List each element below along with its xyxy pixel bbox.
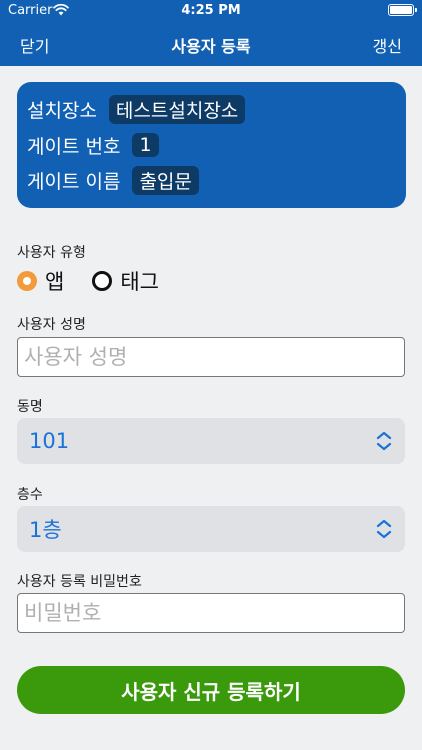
radio-app-label: 앱	[45, 270, 65, 294]
gate-number-value: 1	[132, 133, 159, 157]
password-label: 사용자 등록 비밀번호	[17, 574, 142, 590]
building-select[interactable]: 101	[17, 418, 405, 464]
user-name-input[interactable]	[17, 337, 405, 377]
gate-name-row: 게이트 이름 출입문	[27, 165, 199, 195]
page-title: 사용자 등록	[171, 37, 251, 56]
radio-tag[interactable]: 태그	[92, 266, 159, 296]
site-label: 설치장소	[27, 99, 97, 122]
radio-tag-label: 태그	[120, 270, 159, 294]
floor-select[interactable]: 1층	[17, 506, 405, 552]
floor-label: 층수	[17, 487, 43, 503]
floor-value: 1층	[29, 518, 62, 542]
building-label: 동명	[17, 399, 43, 415]
gate-name-value: 출입문	[132, 165, 199, 195]
user-type-radio-group: 앱 태그	[17, 266, 187, 296]
password-input[interactable]	[17, 593, 405, 633]
gate-info-card: 설치장소 테스트설치장소 게이트 번호 1 게이트 이름 출입문	[17, 82, 406, 208]
status-bar: Carrier 4:25 PM	[0, 0, 422, 22]
top-bar: Carrier 4:25 PM 닫기 사용자 등록 갱신	[0, 0, 422, 66]
refresh-button[interactable]: 갱신	[373, 33, 402, 57]
status-time: 4:25 PM	[181, 3, 241, 18]
radio-selected-icon	[17, 271, 37, 291]
chevron-up-down-icon	[376, 519, 392, 539]
gate-number-label: 게이트 번호	[27, 135, 121, 158]
building-value: 101	[29, 429, 70, 453]
radio-app[interactable]: 앱	[17, 266, 64, 296]
chevron-up-down-icon	[376, 431, 392, 451]
gate-number-row: 게이트 번호 1	[27, 130, 159, 160]
site-row: 설치장소 테스트설치장소	[27, 94, 246, 124]
user-type-label: 사용자 유형	[17, 245, 86, 261]
register-user-button[interactable]: 사용자 신규 등록하기	[17, 666, 405, 714]
user-name-label: 사용자 성명	[17, 317, 86, 333]
gate-name-label: 게이트 이름	[27, 170, 121, 193]
radio-unselected-icon	[92, 271, 113, 291]
battery-icon	[388, 4, 417, 16]
site-value: 테스트설치장소	[108, 94, 246, 124]
navigation-bar: 닫기 사용자 등록 갱신	[0, 30, 422, 56]
